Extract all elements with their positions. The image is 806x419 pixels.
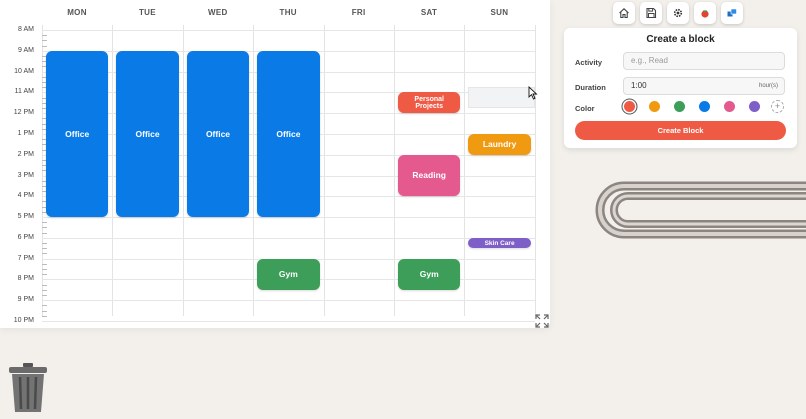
hour-label: 6 PM — [17, 233, 34, 241]
color-label: Color — [575, 104, 595, 113]
hour-label: 7 PM — [17, 254, 34, 262]
time-tick — [42, 227, 47, 229]
hour-line — [42, 30, 535, 31]
mouse-cursor-icon — [528, 86, 538, 100]
color-swatch[interactable] — [624, 101, 635, 112]
hour-label: 4 PM — [17, 192, 34, 200]
event-block-gym[interactable]: Gym — [257, 258, 320, 290]
gear-icon — [673, 8, 683, 18]
event-block-skin-care[interactable]: Skin Care — [468, 237, 531, 249]
panel-title: Create a block — [646, 34, 715, 45]
time-tick — [42, 253, 47, 255]
color-swatch[interactable] — [674, 101, 685, 112]
event-block-personal-projects[interactable]: Personal Projects — [398, 92, 461, 114]
time-tick — [42, 45, 47, 47]
day-header-wed: WED — [208, 8, 228, 17]
activity-placeholder: e.g., Read — [631, 56, 668, 65]
color-swatch[interactable] — [649, 101, 660, 112]
hour-line — [42, 237, 535, 239]
hour-label: 12 PM — [13, 109, 34, 117]
event-block-laundry[interactable]: Laundry — [468, 133, 531, 155]
hour-line — [42, 321, 535, 322]
expand-icon[interactable] — [535, 314, 549, 328]
time-tick — [42, 232, 47, 234]
day-header-sun: SUN — [490, 8, 509, 17]
color-swatch[interactable] — [749, 101, 760, 112]
day-divider — [323, 25, 325, 316]
time-tick — [42, 222, 47, 224]
time-tick — [42, 269, 47, 271]
day-header-tue: TUE — [138, 8, 156, 17]
hour-line — [42, 217, 535, 219]
create-block-panel: Create a block Activity e.g., Read Durat… — [564, 28, 797, 148]
event-block-office[interactable]: Office — [46, 50, 109, 218]
time-tick — [42, 310, 47, 312]
time-tick — [42, 263, 47, 265]
save-button[interactable] — [640, 2, 662, 24]
activity-label: Activity — [575, 58, 603, 67]
home-button[interactable] — [613, 2, 635, 24]
day-header-sat: SAT — [420, 8, 438, 17]
event-block-reading[interactable]: Reading — [398, 154, 461, 197]
event-block-gym[interactable]: Gym — [398, 258, 461, 290]
home-icon — [619, 8, 629, 19]
day-divider — [182, 25, 184, 316]
day-divider — [394, 25, 395, 316]
day-divider — [112, 25, 114, 316]
time-tick — [42, 248, 47, 250]
hour-label: 8 AM — [18, 26, 34, 33]
hour-label: 10 AM — [14, 67, 34, 75]
windows-button[interactable] — [721, 2, 743, 24]
day-header-thu: THU — [279, 8, 297, 17]
hour-label: 9 PM — [17, 296, 34, 304]
day-header-fri: FRI — [351, 8, 366, 17]
toolbar — [613, 2, 743, 24]
time-tick — [42, 289, 47, 291]
paperclip-icon[interactable] — [594, 178, 806, 244]
event-block-office[interactable]: Office — [186, 50, 250, 218]
color-swatch[interactable] — [699, 101, 710, 112]
time-tick — [42, 40, 47, 42]
day-divider — [253, 25, 255, 316]
duration-input[interactable]: 1:00 hour(s) — [623, 77, 785, 95]
hour-label: 1 PM — [17, 129, 34, 137]
trash-icon[interactable] — [6, 362, 50, 414]
tomato-icon — [701, 10, 709, 18]
time-tick — [42, 274, 47, 276]
hour-label: 2 PM — [17, 150, 34, 158]
time-tick — [42, 284, 47, 286]
time-tick — [42, 243, 47, 245]
settings-button[interactable] — [667, 2, 689, 24]
time-tick — [42, 295, 47, 297]
duration-label: Duration — [575, 83, 606, 92]
time-tick — [42, 305, 47, 307]
duration-unit: hour(s) — [758, 83, 778, 89]
day-header-mon: MON — [67, 8, 87, 17]
hour-line — [42, 300, 535, 302]
activity-input[interactable]: e.g., Read — [623, 52, 785, 70]
day-divider — [534, 25, 536, 316]
event-block-office[interactable]: Office — [257, 50, 320, 218]
time-tick — [42, 315, 47, 317]
time-tick — [42, 35, 47, 37]
save-icon — [646, 7, 657, 19]
hovered-cell[interactable] — [468, 87, 535, 108]
pomodoro-button[interactable] — [694, 2, 716, 24]
add-color-button[interactable]: + — [771, 100, 784, 113]
hour-label: 11 AM — [14, 88, 34, 96]
create-block-button[interactable]: Create Block — [575, 121, 786, 140]
hour-label: 3 PM — [17, 171, 34, 179]
hour-label: 5 PM — [17, 213, 34, 221]
day-divider — [464, 25, 466, 316]
duration-value: 1:00 — [631, 81, 647, 90]
hour-label: 9 AM — [18, 46, 34, 54]
weekly-calendar: MON TUE WED THU FRI SAT SUN 8 AM 9 AM 10 AM 11 AM 1… — [0, 0, 550, 328]
hour-label: 8 PM — [17, 275, 34, 283]
windows-icon — [727, 8, 737, 17]
color-swatch[interactable] — [724, 101, 735, 112]
event-block-office[interactable]: Office — [116, 50, 179, 218]
hour-label: 10 PM — [13, 317, 34, 324]
